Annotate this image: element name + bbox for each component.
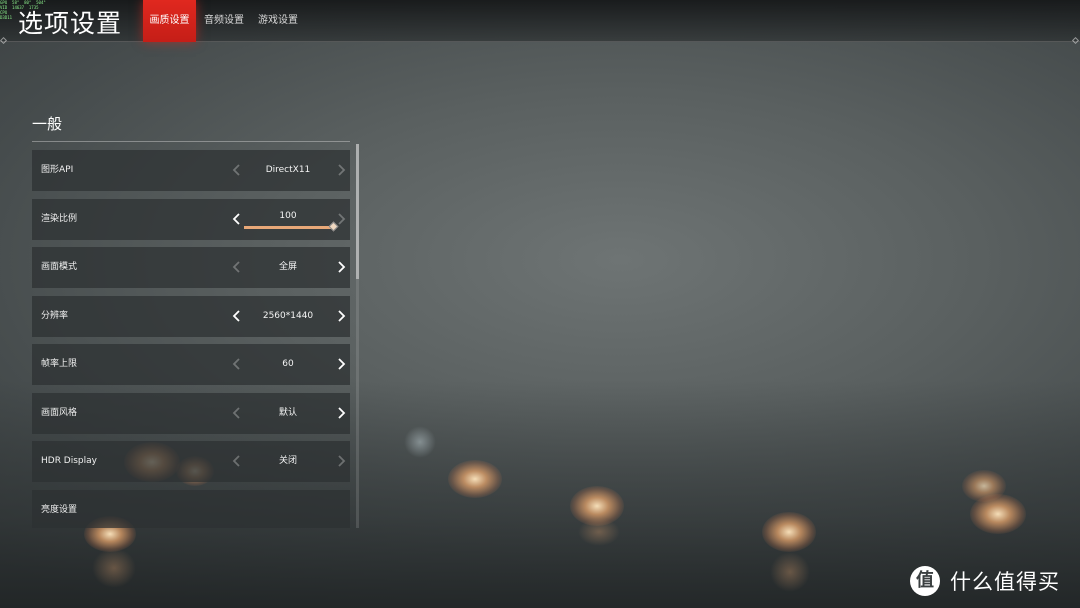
tab-audio[interactable]: 音频设置 <box>198 0 250 42</box>
tab-graphics[interactable]: 画质设置 <box>143 0 196 42</box>
chevron-right-icon[interactable] <box>334 453 348 469</box>
setting-row-display-mode[interactable]: 画面模式 全屏 <box>32 247 350 288</box>
setting-label: 图形API <box>41 165 74 175</box>
watermark: 值 什么值得买 <box>910 565 1060 597</box>
setting-label: 分辨率 <box>41 310 69 321</box>
setting-value: 默认 <box>278 407 297 418</box>
floating-lantern <box>448 460 502 498</box>
setting-row-graphics-api[interactable]: 图形API DirectX11 <box>32 150 350 191</box>
scrollbar-thumb[interactable] <box>356 144 359 279</box>
page-title: 选项设置 <box>18 9 123 38</box>
setting-value: 60 <box>282 359 294 369</box>
chevron-left-icon[interactable] <box>230 453 244 469</box>
chevron-left-icon[interactable] <box>230 259 244 275</box>
chevron-left-icon[interactable] <box>230 211 244 227</box>
floating-lantern <box>970 494 1026 534</box>
tab-game[interactable]: 游戏设置 <box>252 0 304 42</box>
setting-row-visual-style[interactable]: 画面风格 默认 <box>32 392 350 434</box>
watermark-logo-icon: 值 <box>910 566 940 596</box>
background-glow <box>404 426 436 458</box>
settings-list: 图形API DirectX11 渲染比例 100 画面模式 全屏分辨率 2560*1440 帧… <box>32 150 350 528</box>
watermark-text: 什么值得买 <box>950 570 1060 594</box>
lantern-reflection <box>92 548 136 588</box>
setting-row-resolution[interactable]: 分辨率 2560*1440 <box>32 295 350 337</box>
setting-row-frame-rate-limit[interactable]: 帧率上限 60 <box>32 344 350 385</box>
lantern-reflection <box>770 552 810 592</box>
setting-value: 关闭 <box>278 456 297 466</box>
slider-fill <box>244 225 334 229</box>
setting-row-render-scale[interactable]: 渲染比例 100 <box>32 198 350 240</box>
setting-label: HDR Display <box>41 456 97 466</box>
setting-value: DirectX11 <box>265 165 311 175</box>
setting-label: 画面模式 <box>41 262 78 272</box>
chevron-right-icon[interactable] <box>334 405 348 421</box>
setting-label: 帧率上限 <box>41 359 78 369</box>
floating-lantern <box>762 512 816 552</box>
chevron-right-icon[interactable] <box>334 259 348 275</box>
setting-label: 亮度设置 <box>41 504 78 515</box>
setting-label: 画面风格 <box>41 407 78 418</box>
setting-value: 全屏 <box>278 262 297 272</box>
chevron-right-icon[interactable] <box>334 308 348 324</box>
lantern-reflection <box>578 518 620 546</box>
chevron-left-icon[interactable] <box>230 308 244 324</box>
render-scale-slider[interactable] <box>244 221 339 232</box>
setting-value: 2560*1440 <box>262 310 314 321</box>
chevron-left-icon[interactable] <box>230 162 244 178</box>
setting-value: 100 <box>279 210 297 221</box>
chevron-right-icon[interactable] <box>334 356 348 372</box>
bar-end-ornament <box>0 36 8 45</box>
setting-row-brightness[interactable]: 亮度设置 <box>32 489 350 528</box>
section-divider <box>32 141 350 142</box>
bar-end-ornament <box>1071 36 1080 45</box>
chevron-left-icon[interactable] <box>230 405 244 421</box>
setting-row-hdr-display[interactable]: HDR Display 关闭 <box>32 441 350 482</box>
section-title: 一般 <box>32 115 63 133</box>
setting-label: 渲染比例 <box>41 213 78 224</box>
chevron-left-icon[interactable] <box>230 356 244 372</box>
chevron-right-icon[interactable] <box>334 162 348 178</box>
